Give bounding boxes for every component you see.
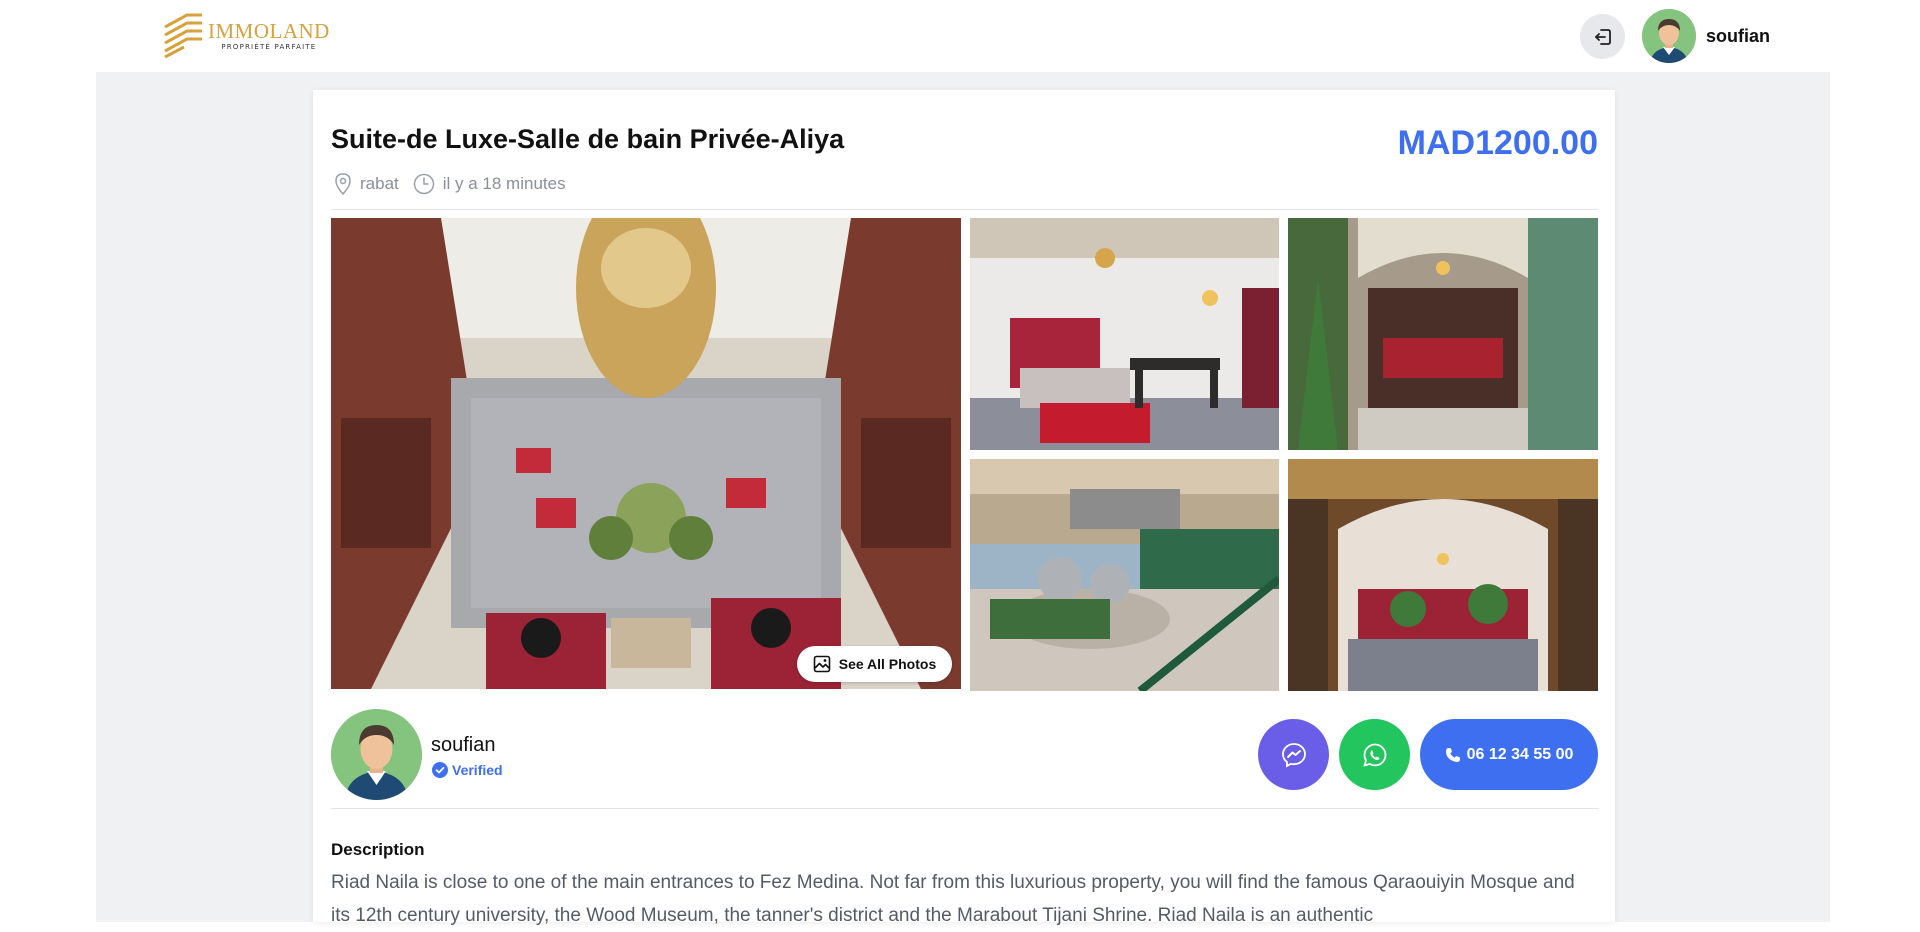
- user-avatar[interactable]: [1642, 9, 1696, 63]
- logo-name: IMMOLAND: [208, 19, 330, 43]
- listing-time-ago: il y a 18 minutes: [442, 174, 566, 193]
- verified-label: Verified: [452, 762, 503, 778]
- verified-badge: Verified: [432, 762, 503, 778]
- description-text: Riad Naila is close to one of the main e…: [331, 872, 1575, 926]
- logo-mark-icon: [164, 13, 202, 59]
- user-name[interactable]: soufian: [1706, 26, 1770, 47]
- gallery-icon: [813, 655, 831, 673]
- clock-icon: [413, 173, 434, 195]
- messenger-button[interactable]: [1258, 719, 1329, 790]
- gallery-photo-3[interactable]: [970, 459, 1279, 691]
- whatsapp-icon: [1362, 743, 1386, 767]
- see-all-photos-button[interactable]: See All Photos: [797, 646, 952, 682]
- whatsapp-button[interactable]: [1339, 719, 1410, 790]
- description-heading: Description: [331, 840, 425, 859]
- listing-location: rabat: [360, 174, 399, 193]
- immoland-logo[interactable]: IMMOLAND PROPRIÉTÉ PARFAITE: [162, 12, 330, 60]
- top-header: IMMOLAND PROPRIÉTÉ PARFAITE soufian: [0, 0, 1920, 72]
- gallery-photo-1[interactable]: [970, 218, 1279, 450]
- logo-tagline: PROPRIÉTÉ PARFAITE: [221, 43, 317, 51]
- gallery-photo-2[interactable]: [1288, 218, 1598, 450]
- messenger-icon: [1281, 742, 1306, 768]
- main-photo[interactable]: [331, 218, 961, 689]
- listing-title: Suite-de Luxe-Salle de bain Privée-Aliya: [331, 124, 845, 154]
- logout-button[interactable]: [1580, 14, 1625, 59]
- logout-icon: [1594, 28, 1611, 45]
- see-all-photos-label: See All Photos: [838, 656, 937, 672]
- listing-meta: rabat il y a 18 minutes: [334, 173, 580, 195]
- listing-price: MAD1200.00: [1397, 124, 1598, 162]
- check-badge-icon: [432, 762, 448, 778]
- owner-avatar[interactable]: [331, 709, 422, 800]
- owner-name: soufian: [431, 734, 496, 756]
- divider: [331, 209, 1598, 210]
- phone-icon: [1445, 747, 1460, 762]
- location-pin-icon: [335, 173, 351, 195]
- call-button[interactable]: 06 12 34 55 00: [1420, 719, 1598, 790]
- divider: [331, 808, 1598, 809]
- phone-number: 06 12 34 55 00: [1466, 745, 1574, 763]
- gallery-photo-4[interactable]: [1288, 459, 1598, 691]
